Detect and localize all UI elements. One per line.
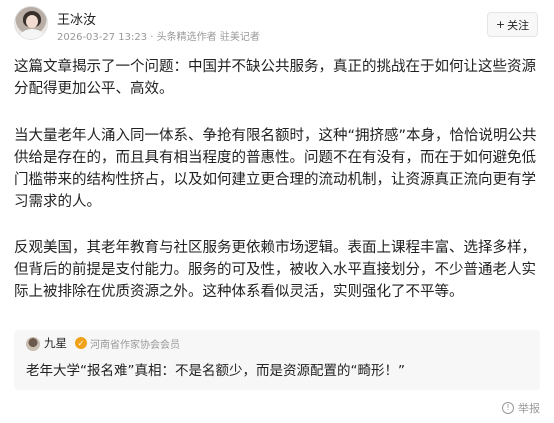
paragraph: 这篇文章揭示了一个问题：中国并不缺公共服务，真正的挑战在于如何让这些资源分配得更… bbox=[14, 59, 536, 97]
quote-author-name: 九星 bbox=[44, 336, 67, 350]
follow-button[interactable]: + 关注 bbox=[487, 12, 538, 37]
post-header: 王冰汝 2026-03-27 13:23 · 头条精选作者 驻美记者 + 关注 bbox=[14, 6, 544, 46]
post-meta: 2026-03-27 13:23 · 头条精选作者 驻美记者 bbox=[57, 32, 260, 43]
quote-author-avatar bbox=[26, 337, 40, 351]
report-button[interactable]: ! 举报 bbox=[502, 400, 540, 416]
paragraph: 当大量老年人涌入同一体系、争抢有限名额时，这种“拥挤感”本身，恰恰说明公共供给是… bbox=[14, 128, 537, 210]
info-circle-icon: ! bbox=[502, 402, 514, 414]
report-label: 举报 bbox=[518, 402, 540, 415]
plus-icon: + bbox=[495, 18, 506, 31]
author-avatar[interactable] bbox=[14, 6, 48, 40]
quote-author-org: 河南省作家协会会员 bbox=[90, 340, 180, 351]
follow-label: 关注 bbox=[507, 18, 530, 32]
verified-badge-icon: ✓ bbox=[75, 337, 87, 349]
quoted-post[interactable]: 九星 ✓ 河南省作家协会会员 老年大学“报名难”真相：不是名额少，而是资源配置的… bbox=[14, 330, 540, 390]
author-name[interactable]: 王冰汝 bbox=[57, 9, 96, 28]
paragraph: 反观美国，其老年教育与社区服务更依赖市场逻辑。表面上课程丰富、选择多样，但背后的… bbox=[14, 240, 536, 300]
quote-title: 老年大学“报名难”真相：不是名额少，而是资源配置的“畸形！” bbox=[26, 363, 405, 379]
